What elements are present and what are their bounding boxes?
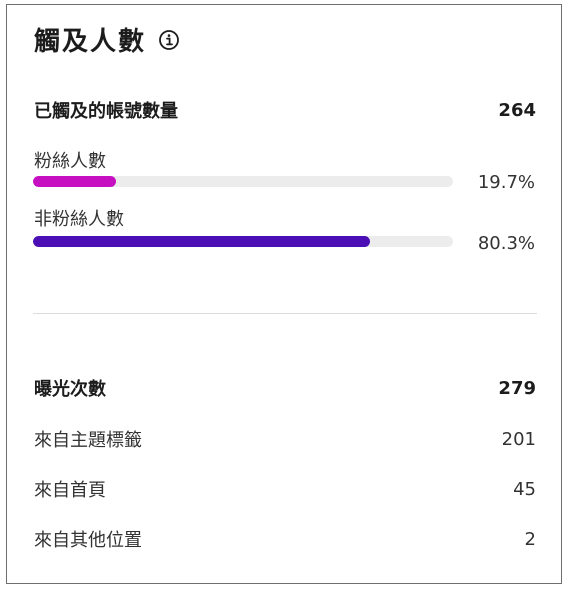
impressions-source-value: 201: [501, 428, 536, 450]
followers-label: 粉絲人數: [34, 151, 106, 172]
followers-bar-fill: [33, 176, 116, 187]
accounts-reached-row: 已觸及的帳號數量 264: [34, 97, 536, 123]
impressions-source-label: 來自其他位置: [34, 530, 142, 551]
reach-insights-card: 觸及人數 已觸及的帳號數量 264 粉絲人數 19.7% 非粉絲人數 80.3%…: [6, 4, 562, 584]
info-icon[interactable]: [158, 29, 180, 51]
non-followers-bar-fill: [33, 236, 371, 247]
accounts-reached-value: 264: [498, 99, 536, 121]
impressions-source-row: 來自首頁 45: [34, 476, 536, 502]
section-divider: [33, 313, 537, 314]
card-title: 觸及人數: [34, 27, 147, 57]
non-followers-bar-track: [33, 236, 453, 247]
non-followers-label: 非粉絲人數: [34, 209, 124, 230]
card-header: 觸及人數: [34, 21, 180, 58]
non-followers-percent: 80.3%: [477, 233, 535, 254]
impressions-source-row: 來自其他位置 2: [34, 526, 536, 552]
impressions-source-row: 來自主題標籤 201: [34, 426, 536, 452]
impressions-label: 曝光次數: [34, 379, 106, 400]
impressions-source-label: 來自首頁: [34, 480, 106, 501]
impressions-source-value: 45: [513, 478, 536, 500]
impressions-value: 279: [498, 377, 536, 399]
followers-percent: 19.7%: [477, 172, 535, 193]
accounts-reached-label: 已觸及的帳號數量: [34, 101, 178, 122]
impressions-row: 曝光次數 279: [34, 375, 536, 401]
impressions-source-label: 來自主題標籤: [34, 430, 142, 451]
followers-bar-track: [33, 176, 453, 187]
impressions-source-value: 2: [524, 528, 536, 550]
